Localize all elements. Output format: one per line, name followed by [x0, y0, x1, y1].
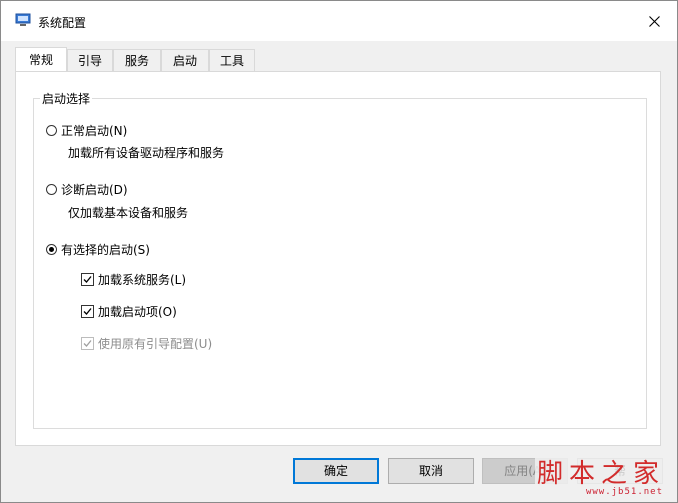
tab-startup[interactable]: 启动 — [161, 49, 209, 71]
load-startup-items-checkbox[interactable] — [81, 305, 94, 318]
load-startup-items-option[interactable]: 加载启动项(O) — [81, 303, 177, 320]
normal-startup-radio[interactable] — [46, 125, 57, 136]
watermark-url: www.jb51.net — [585, 487, 663, 497]
tab-boot[interactable]: 引导 — [67, 49, 113, 71]
close-button[interactable] — [631, 1, 677, 41]
diagnostic-startup-option[interactable]: 诊断启动(D) — [46, 181, 128, 198]
startup-selection-group: 启动选择 正常启动(N) 加载所有设备驱动程序和服务 诊断启动(D) 仅加载基本… — [33, 90, 647, 429]
use-original-boot-config-option: 使用原有引导配置(U) — [81, 335, 212, 352]
tab-panel-general: 启动选择 正常启动(N) 加载所有设备驱动程序和服务 诊断启动(D) 仅加载基本… — [15, 71, 661, 446]
load-startup-items-label: 加载启动项(O) — [98, 305, 177, 319]
group-legend: 启动选择 — [40, 90, 93, 107]
load-system-services-option[interactable]: 加载系统服务(L) — [81, 271, 186, 288]
title-bar[interactable]: 系统配置 — [1, 1, 677, 41]
ok-button[interactable]: 确定 — [293, 458, 379, 484]
normal-startup-option[interactable]: 正常启动(N) — [46, 122, 127, 139]
checkmark-icon — [83, 276, 92, 283]
use-original-boot-config-checkbox — [81, 337, 94, 350]
diagnostic-startup-label: 诊断启动(D) — [61, 183, 128, 197]
tab-tools[interactable]: 工具 — [209, 49, 255, 71]
checkmark-icon — [83, 340, 92, 347]
checkmark-icon — [83, 308, 92, 315]
window-title: 系统配置 — [38, 16, 87, 30]
selective-startup-option[interactable]: 有选择的启动(S) — [46, 241, 150, 258]
watermark-logo: 脚本之家 — [534, 453, 667, 490]
use-original-boot-config-label: 使用原有引导配置(U) — [98, 337, 213, 351]
load-system-services-checkbox[interactable] — [81, 273, 94, 286]
close-icon — [648, 15, 660, 27]
tab-general[interactable]: 常规 — [15, 47, 67, 71]
tab-services[interactable]: 服务 — [113, 49, 161, 71]
diagnostic-startup-radio[interactable] — [46, 184, 57, 195]
system-config-window: 系统配置 常规 引导 服务 启动 工具 启动选择 正常启动(N) 加载所有设备驱… — [0, 0, 678, 503]
normal-startup-label: 正常启动(N) — [61, 124, 128, 138]
selective-startup-label: 有选择的启动(S) — [61, 243, 150, 257]
diagnostic-startup-desc: 仅加载基本设备和服务 — [68, 206, 189, 220]
load-system-services-label: 加载系统服务(L) — [98, 273, 187, 287]
cancel-button[interactable]: 取消 — [388, 458, 474, 484]
normal-startup-desc: 加载所有设备驱动程序和服务 — [68, 146, 225, 160]
msconfig-icon — [15, 13, 31, 26]
selective-startup-radio[interactable] — [46, 244, 57, 255]
